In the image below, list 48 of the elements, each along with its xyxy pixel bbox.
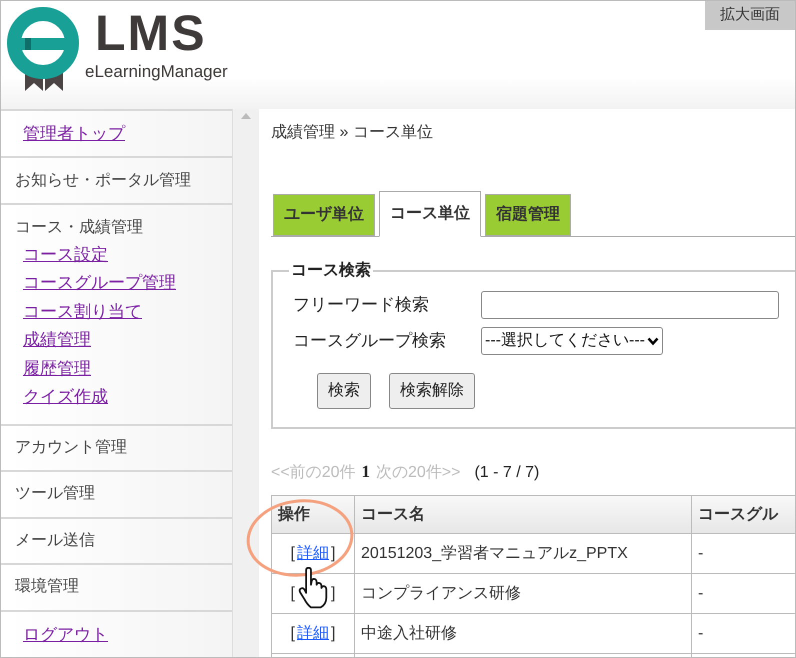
bracket-text: ] bbox=[331, 544, 336, 564]
sidebar-link[interactable]: 成績管理 bbox=[23, 326, 91, 355]
table-cell: 20151203_学習者マニュアルz_PPTX bbox=[354, 534, 692, 574]
tab[interactable]: コース単位 bbox=[379, 191, 481, 237]
search-button[interactable]: 検索解除 bbox=[389, 373, 475, 409]
zoom-badge: 拡大画面 bbox=[705, 1, 795, 30]
sidebar-heading[interactable]: アカウント管理 bbox=[15, 436, 127, 460]
table-cell: 中途入社研修 bbox=[354, 614, 692, 654]
tab[interactable]: 宿題管理 bbox=[485, 194, 571, 236]
sidebar-link[interactable]: 管理者トップ bbox=[23, 120, 125, 146]
sidebar-link[interactable]: 履歴管理 bbox=[23, 354, 91, 384]
sidebar-link[interactable]: コースグループ管理 bbox=[23, 269, 176, 298]
search-legend: コース検索 bbox=[289, 259, 373, 283]
pager-range: (1 - 7 / 7) bbox=[474, 463, 540, 483]
column-header: コース名 bbox=[354, 496, 692, 534]
tab[interactable]: ユーザ単位 bbox=[273, 194, 375, 236]
bracket-text: [ bbox=[290, 584, 295, 604]
search-button[interactable]: 検索 bbox=[317, 373, 371, 409]
logo-text: LMS bbox=[95, 5, 208, 61]
detail-link[interactable]: 詳細 bbox=[297, 622, 329, 646]
sidebar-link[interactable]: ログアウト bbox=[23, 622, 108, 648]
breadcrumb: 成績管理 » コース単位 bbox=[271, 122, 434, 143]
field-label: コースグループ検索 bbox=[293, 330, 447, 352]
sidebar-heading: コース・成績管理 bbox=[15, 218, 144, 238]
sidebar-link[interactable]: コース設定 bbox=[23, 240, 108, 270]
column-header: 操作 bbox=[272, 496, 354, 534]
bracket-text: [ bbox=[290, 624, 295, 644]
detail-link[interactable]: 詳細 bbox=[297, 542, 329, 566]
column-header: コースグル bbox=[692, 496, 795, 534]
pager-prev: <<前の20件 bbox=[271, 463, 356, 483]
bracket-text: [ bbox=[290, 544, 295, 564]
sidebar-link[interactable]: クイズ作成 bbox=[23, 383, 108, 412]
sidebar-heading[interactable]: お知らせ・ポータル管理 bbox=[15, 168, 191, 193]
sidebar-heading[interactable]: メール送信 bbox=[15, 528, 95, 553]
freeword-input[interactable] bbox=[481, 291, 779, 319]
pager-next: 次の20件>> bbox=[376, 463, 460, 483]
sidebar-link[interactable]: コース割り当て bbox=[23, 298, 142, 326]
sidebar-heading[interactable]: ツール管理 bbox=[15, 482, 95, 506]
pager-current: 1 bbox=[361, 461, 370, 483]
chevron-down-icon bbox=[646, 336, 659, 346]
logo-mark-icon bbox=[5, 5, 81, 93]
bracket-text: ] bbox=[331, 624, 336, 644]
bracket-text: ] bbox=[331, 584, 336, 604]
table-cell: コンプライアンス研修 bbox=[354, 574, 692, 614]
logo-tagline: eLearningManager bbox=[85, 61, 228, 83]
group-select[interactable]: ---選択してください--- bbox=[481, 327, 663, 355]
field-label: フリーワード検索 bbox=[293, 294, 430, 316]
sidebar-heading[interactable]: 環境管理 bbox=[15, 575, 79, 600]
